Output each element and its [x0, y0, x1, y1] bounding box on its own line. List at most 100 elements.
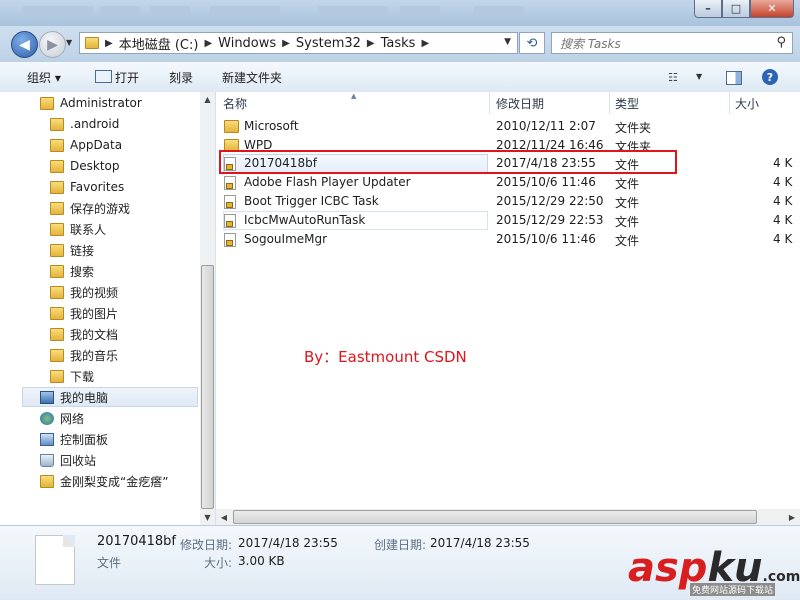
file-scroll-thumb[interactable]: [233, 510, 757, 524]
nav-label: .android: [70, 117, 120, 131]
file-name: WPD: [244, 138, 273, 150]
column-divider[interactable]: [729, 92, 730, 114]
navigation-pane: Administrator .android AppData Desktop F…: [0, 92, 215, 525]
breadcrumb-tasks[interactable]: Tasks: [381, 36, 416, 51]
nav-scroll-thumb[interactable]: [201, 265, 214, 509]
search-input[interactable]: [558, 34, 762, 54]
nav-item-links[interactable]: 链接: [50, 240, 94, 260]
search-icon[interactable]: ⚲: [776, 35, 786, 50]
nav-item-computer[interactable]: 我的电脑: [40, 387, 108, 407]
column-header-type[interactable]: 类型: [615, 92, 639, 114]
breadcrumb-system32[interactable]: System32: [296, 36, 361, 51]
refresh-button[interactable]: ⟲: [519, 32, 545, 54]
table-row[interactable]: Adobe Flash Player Updater 2015/10/6 11:…: [216, 173, 800, 192]
column-header-name[interactable]: 名称: [223, 92, 247, 114]
view-dropdown-icon[interactable]: ▼: [696, 72, 702, 81]
nav-label: Administrator: [60, 96, 142, 110]
forward-button[interactable]: ▶: [39, 31, 66, 58]
music-folder-icon: [50, 348, 64, 362]
view-options-icon[interactable]: ☷: [668, 71, 678, 84]
file-size: 4 K: [773, 175, 793, 189]
back-button[interactable]: ◀: [11, 31, 38, 58]
network-icon: [40, 411, 54, 425]
open-button[interactable]: 打开: [115, 69, 139, 86]
nav-vertical-scrollbar[interactable]: ▲ ▼: [200, 92, 215, 525]
file-name: SogouImeMgr: [244, 232, 328, 246]
search-box[interactable]: ⚲: [551, 32, 793, 54]
scroll-right-arrow-icon[interactable]: ▶: [784, 509, 800, 525]
nav-item-contacts[interactable]: 联系人: [50, 219, 106, 239]
links-folder-icon: [50, 243, 64, 257]
nav-item-saved-games[interactable]: 保存的游戏: [50, 198, 130, 218]
nav-item-network[interactable]: 网络: [40, 408, 84, 428]
breadcrumb-separator[interactable]: ▶: [282, 38, 290, 49]
nav-item-documents[interactable]: 我的文档: [50, 324, 118, 344]
blurred-title-text: [23, 6, 93, 16]
file-type: 文件夹: [615, 140, 652, 150]
table-row[interactable]: WPD 2012/11/24 16:46 文件夹: [216, 136, 800, 150]
command-bar: 组织 ▾ 打开 刻录 新建文件夹 ☷ ▼ ?: [0, 62, 800, 93]
scroll-down-arrow-icon[interactable]: ▼: [200, 510, 215, 525]
nav-item-appdata[interactable]: AppData: [50, 135, 122, 155]
close-button[interactable]: ✕: [750, 0, 794, 18]
file-size: 4 K: [773, 156, 793, 170]
details-created-label: 创建日期:: [374, 538, 427, 552]
column-header-size[interactable]: 大小: [735, 92, 759, 114]
new-folder-button[interactable]: 新建文件夹: [222, 69, 282, 86]
column-divider[interactable]: [609, 92, 610, 114]
folder-icon: [85, 37, 99, 49]
breadcrumb-separator[interactable]: ▶: [105, 38, 113, 49]
nav-item-videos[interactable]: 我的视频: [50, 282, 118, 302]
nav-item-jingangli[interactable]: 金刚梨变成“金疙瘩”: [40, 471, 168, 491]
nav-item-favorites[interactable]: Favorites: [50, 177, 124, 197]
star-folder-icon: [50, 180, 64, 194]
address-bar[interactable]: ▶ 本地磁盘 (C:) ▶ Windows ▶ System32 ▶ Tasks…: [79, 32, 518, 54]
table-row[interactable]: SogouImeMgr 2015/10/6 11:46 文件 4 K: [216, 230, 800, 249]
control-panel-icon: [40, 432, 54, 446]
table-row[interactable]: Boot Trigger ICBC Task 2015/12/29 22:50 …: [216, 192, 800, 211]
scroll-up-arrow-icon[interactable]: ▲: [200, 92, 215, 107]
downloads-folder-icon: [50, 369, 64, 383]
blurred-title-text: [100, 6, 140, 16]
maximize-button[interactable]: □: [722, 0, 750, 18]
breadcrumb-separator[interactable]: ▶: [367, 38, 375, 49]
file-modified: 2015/10/6 11:46: [496, 232, 596, 246]
organize-menu[interactable]: 组织 ▾: [27, 69, 61, 86]
nav-item-searches[interactable]: 搜索: [50, 261, 94, 281]
details-created-value: 2017/4/18 23:55: [430, 536, 530, 550]
breadcrumb-separator[interactable]: ▶: [421, 38, 429, 49]
blurred-title-text: [318, 6, 388, 16]
highlight-annotation-box: [219, 150, 677, 174]
nav-item-music[interactable]: 我的音乐: [50, 345, 118, 365]
videos-folder-icon: [50, 285, 64, 299]
column-divider[interactable]: [489, 92, 490, 114]
nav-item-pictures[interactable]: 我的图片: [50, 303, 118, 323]
nav-item-desktop[interactable]: Desktop: [50, 156, 120, 176]
scroll-left-arrow-icon[interactable]: ◀: [216, 509, 232, 525]
help-icon[interactable]: ?: [762, 69, 778, 85]
breadcrumb-windows[interactable]: Windows: [218, 36, 276, 51]
nav-label: 我的电脑: [60, 390, 109, 405]
preview-pane-icon[interactable]: [726, 71, 742, 85]
nav-item-downloads[interactable]: 下载: [50, 366, 94, 386]
breadcrumb-drive[interactable]: 本地磁盘 (C:): [119, 34, 199, 53]
column-header-modified[interactable]: 修改日期: [496, 92, 544, 114]
lock-icon: [226, 183, 233, 189]
folder-icon: [50, 138, 64, 152]
recent-pages-dropdown[interactable]: ▼: [66, 38, 72, 47]
address-history-dropdown[interactable]: ▼: [504, 37, 511, 47]
nav-item-administrator[interactable]: Administrator: [40, 93, 142, 113]
file-modified: 2015/12/29 22:53: [496, 213, 604, 227]
documents-folder-icon: [50, 327, 64, 341]
table-row[interactable]: Microsoft 2010/12/11 2:07 文件夹: [216, 117, 800, 136]
details-modified-value: 2017/4/18 23:55: [238, 536, 338, 550]
breadcrumb-separator[interactable]: ▶: [204, 38, 212, 49]
file-type: 文件: [615, 234, 640, 248]
minimize-button[interactable]: –: [694, 0, 722, 18]
nav-item-android[interactable]: .android: [50, 114, 119, 134]
file-horizontal-scrollbar[interactable]: ◀ ▶: [216, 509, 800, 525]
nav-item-recycle-bin[interactable]: 回收站: [40, 450, 96, 470]
nav-item-control-panel[interactable]: 控制面板: [40, 429, 108, 449]
burn-button[interactable]: 刻录: [169, 69, 193, 86]
table-row[interactable]: IcbcMwAutoRunTask 2015/12/29 22:53 文件 4 …: [216, 211, 800, 230]
